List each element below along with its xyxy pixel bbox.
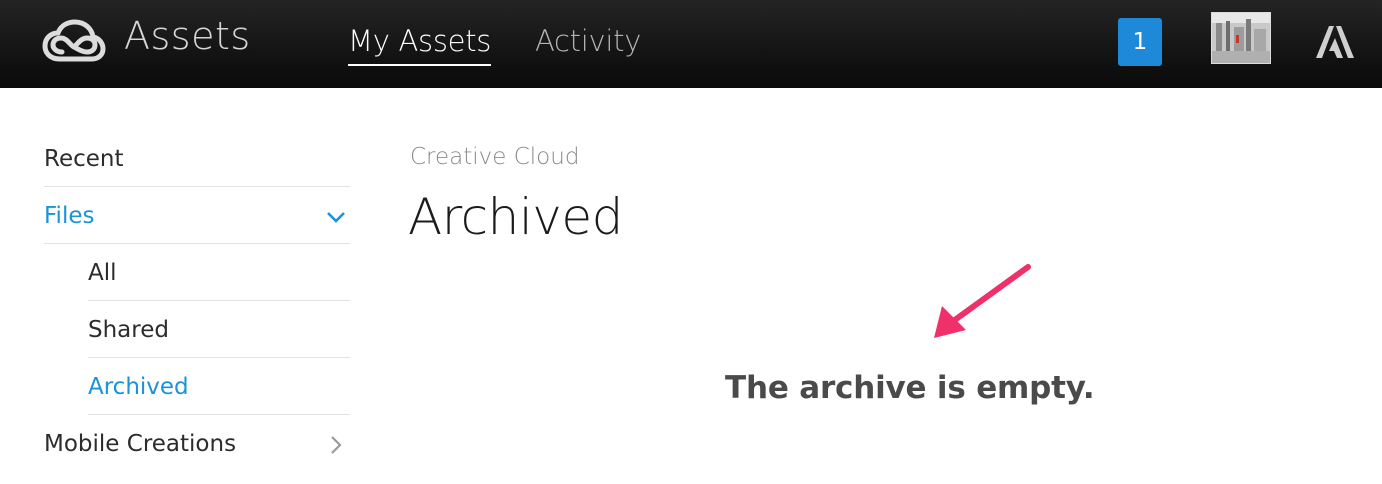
- sidebar-item-archived[interactable]: Archived: [88, 358, 350, 415]
- breadcrumb[interactable]: Creative Cloud: [410, 144, 579, 170]
- adobe-logo-icon[interactable]: [1314, 24, 1356, 60]
- sidebar-item-shared[interactable]: Shared: [88, 301, 350, 358]
- user-avatar[interactable]: [1211, 12, 1271, 64]
- avatar-image: [1212, 13, 1270, 63]
- tab-activity[interactable]: Activity: [535, 24, 641, 58]
- page-title: Archived: [408, 188, 623, 246]
- app-title: Assets: [124, 14, 251, 58]
- sidebar-nav: Recent Files All Shared Archived Mobile …: [44, 130, 350, 472]
- empty-state-message: The archive is empty.: [725, 370, 1095, 406]
- sidebar-item-label: Shared: [88, 317, 169, 343]
- notification-badge[interactable]: 1: [1118, 18, 1162, 66]
- sidebar-item-label: Recent: [44, 146, 124, 172]
- chevron-down-icon[interactable]: [326, 207, 346, 227]
- creative-cloud-logo-icon[interactable]: [42, 19, 106, 65]
- sidebar-item-all[interactable]: All: [88, 244, 350, 301]
- sidebar-item-label: All: [88, 260, 117, 286]
- annotation-arrow-icon: [934, 264, 1031, 338]
- chevron-right-icon[interactable]: [326, 435, 346, 455]
- sidebar-item-recent[interactable]: Recent: [44, 130, 350, 187]
- sidebar-item-files[interactable]: Files: [44, 187, 350, 244]
- sidebar-item-mobile-creations[interactable]: Mobile Creations: [44, 415, 350, 472]
- top-header: Assets My Assets Activity 1: [0, 0, 1382, 88]
- sidebar-item-label: Archived: [88, 374, 189, 400]
- tab-my-assets[interactable]: My Assets: [348, 24, 492, 66]
- tab-my-assets-label: My Assets: [348, 24, 492, 58]
- sidebar-item-label: Mobile Creations: [44, 431, 237, 457]
- sidebar-item-label: Files: [44, 203, 95, 229]
- active-tab-underline: [348, 64, 492, 66]
- tab-activity-label: Activity: [535, 24, 642, 58]
